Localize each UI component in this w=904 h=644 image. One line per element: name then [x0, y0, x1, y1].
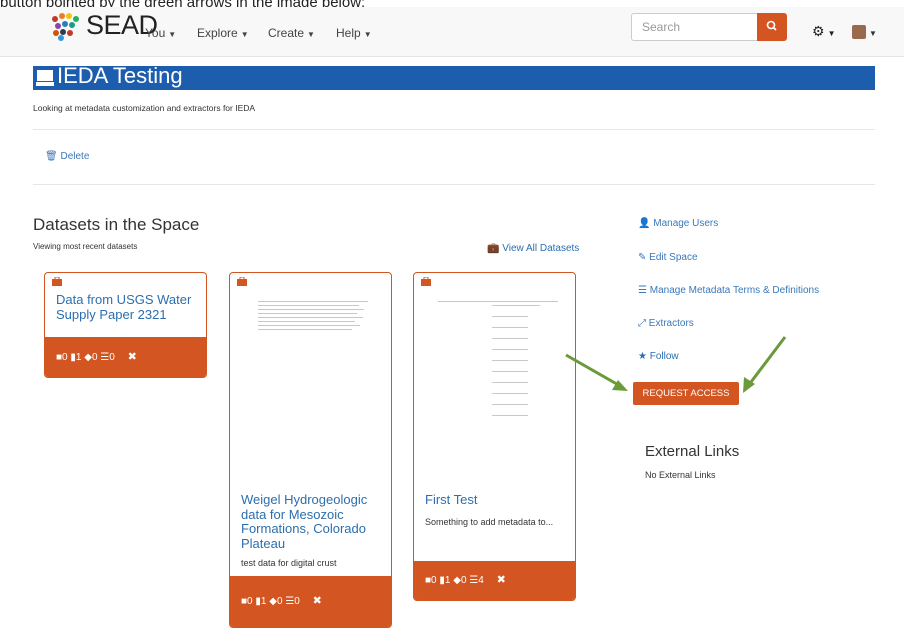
- annotation-arrows: [565, 336, 787, 393]
- green-arrow-left: [565, 353, 628, 391]
- green-arrow-right: [743, 336, 787, 393]
